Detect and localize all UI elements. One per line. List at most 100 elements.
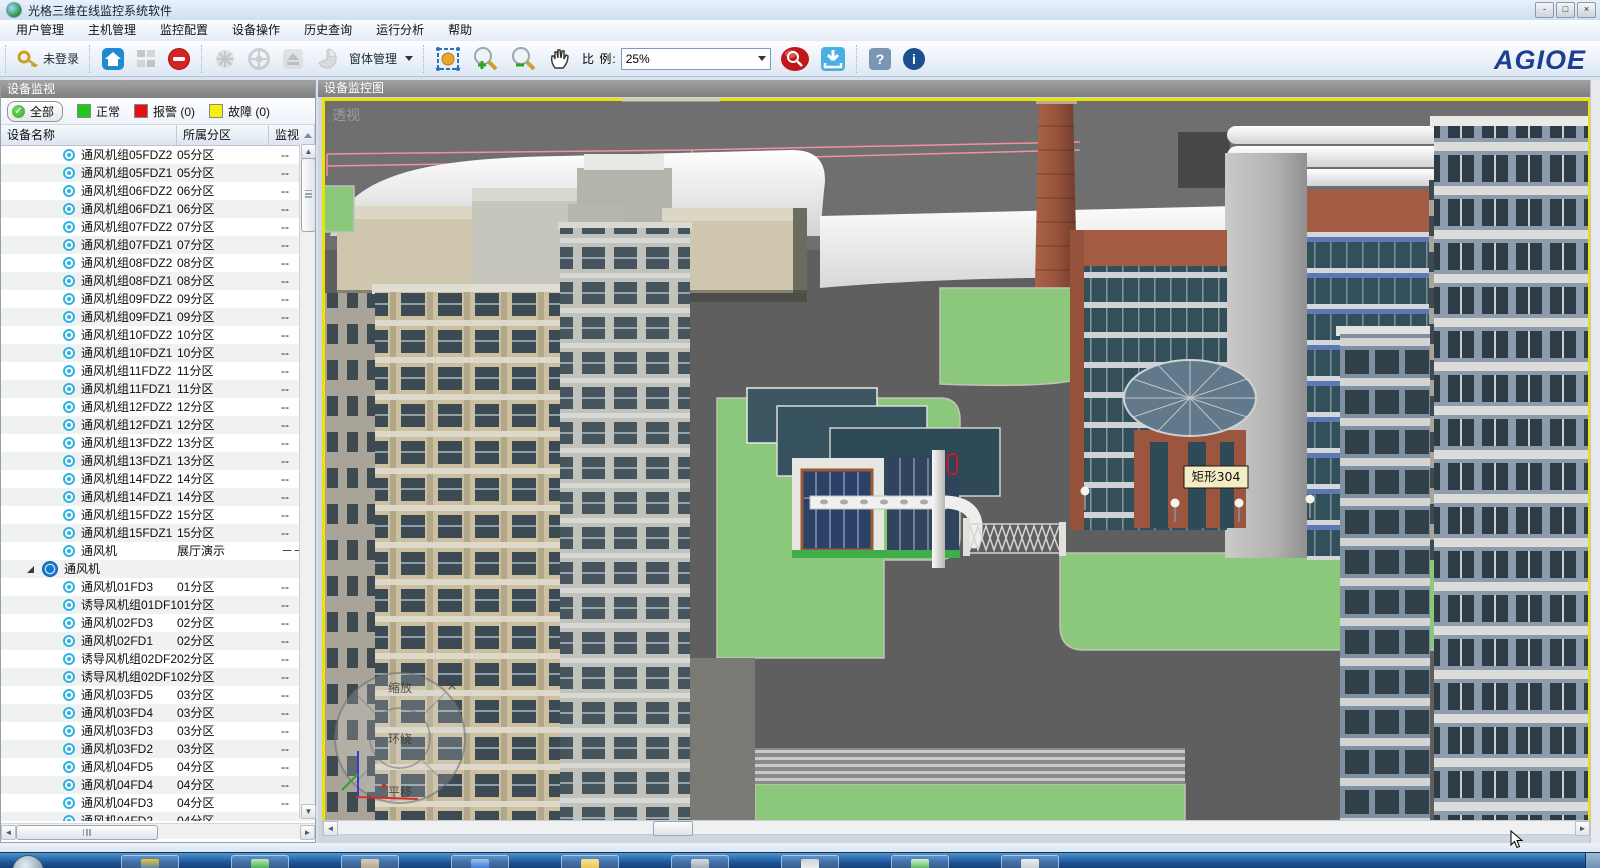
map-vertical-scrollbar[interactable] (1590, 80, 1600, 843)
filter-fault-button[interactable]: 故障 (0) (209, 103, 270, 120)
device-row[interactable]: 通风机04FD304分区-- (1, 794, 315, 812)
taskbar-button-internet-explorer[interactable] (121, 855, 179, 868)
device-row[interactable]: 通风机组06FDZ206分区-- (1, 182, 315, 200)
window-manage-dropdown[interactable]: 窗体管理 (344, 47, 418, 70)
device-group-row[interactable]: 通风机 (1, 560, 315, 578)
stop-button[interactable] (162, 44, 196, 74)
taskbar-button-app-document[interactable] (781, 855, 839, 868)
scroll-right-arrow[interactable]: ► (1575, 821, 1590, 836)
device-row[interactable]: 通风机组10FDZ210分区-- (1, 326, 315, 344)
device-list-horizontal-scrollbar[interactable]: ◄ ► (1, 823, 315, 839)
device-row[interactable]: 通风机组09FDZ209分区-- (1, 290, 315, 308)
device-row[interactable]: 通风机03FD503分区-- (1, 686, 315, 704)
device-row[interactable]: 通风机组15FDZ115分区-- (1, 524, 315, 542)
device-row[interactable]: 通风机组08FDZ108分区-- (1, 272, 315, 290)
column-header-zone[interactable]: 所属分区 (177, 125, 269, 145)
device-row[interactable]: 通风机组14FDZ214分区-- (1, 470, 315, 488)
home-button[interactable] (96, 44, 130, 74)
taskbar-button-folder[interactable] (561, 855, 619, 868)
menu-item[interactable]: 用户管理 (4, 20, 76, 41)
device-row[interactable]: 通风机04FD204分区-- (1, 812, 315, 821)
filter-normal-button[interactable]: 正常 (77, 103, 120, 120)
title-bar[interactable]: 光格三维在线监控系统软件 - □ × (0, 0, 1600, 21)
device-row[interactable]: 通风机组05FDZ205分区-- (1, 146, 315, 164)
taskbar-button-app-window[interactable] (671, 855, 729, 868)
menu-item[interactable]: 设备操作 (220, 20, 292, 41)
scrollbar-thumb[interactable] (301, 158, 316, 232)
3d-viewport[interactable]: 矩形304 缩放 环绕 平移 × (322, 98, 1591, 831)
wheel-button[interactable] (242, 44, 276, 74)
taskbar-button-app-gray[interactable] (1001, 855, 1059, 868)
device-row[interactable]: 通风机03FD303分区-- (1, 722, 315, 740)
scroll-up-arrow[interactable]: ▲ (301, 144, 316, 159)
device-row[interactable]: 诱导风机组01DF101分区-- (1, 596, 315, 614)
column-header-name[interactable]: 设备名称 (1, 125, 177, 145)
taskbar-button-app-green[interactable] (231, 855, 289, 868)
device-row[interactable]: 通风机组05FDZ105分区-- (1, 164, 315, 182)
3d-scene[interactable]: 矩形304 缩放 环绕 平移 × (322, 98, 1591, 831)
device-row[interactable]: 通风机组12FDZ112分区-- (1, 416, 315, 434)
help-button[interactable]: ? (863, 44, 897, 74)
device-row[interactable]: 通风机展厅演示－－ (1, 542, 315, 560)
close-button[interactable]: × (1577, 2, 1596, 18)
device-row[interactable]: 通风机组07FDZ107分区-- (1, 236, 315, 254)
filter-alarm-button[interactable]: 报警 (0) (134, 103, 195, 120)
device-row[interactable]: 通风机02FD302分区-- (1, 614, 315, 632)
start-button[interactable] (12, 855, 44, 868)
login-button[interactable]: 未登录 (12, 46, 84, 72)
pan-button[interactable] (542, 43, 578, 75)
menu-item[interactable]: 监控配置 (148, 20, 220, 41)
device-row[interactable]: 通风机组14FDZ114分区-- (1, 488, 315, 506)
zoom-reset-button[interactable] (775, 42, 815, 76)
navigation-wheel[interactable]: 缩放 环绕 平移 × (335, 673, 465, 803)
device-row[interactable]: 通风机组15FDZ215分区-- (1, 506, 315, 524)
zoom-in-button[interactable] (466, 42, 504, 76)
map-horizontal-scrollbar[interactable]: ◄ ► (322, 820, 1591, 835)
device-row[interactable]: 通风机组10FDZ110分区-- (1, 344, 315, 362)
maximize-button[interactable]: □ (1556, 2, 1575, 18)
select-region-button[interactable] (430, 43, 466, 75)
device-list-vertical-scrollbar[interactable]: ▲ ▼ (299, 144, 315, 819)
scroll-left-arrow[interactable]: ◄ (1, 825, 16, 840)
menu-item[interactable]: 帮助 (436, 20, 484, 41)
device-row[interactable]: 通风机组06FDZ106分区-- (1, 200, 315, 218)
device-row[interactable]: 通风机04FD504分区-- (1, 758, 315, 776)
device-row[interactable]: 通风机组11FDZ111分区-- (1, 380, 315, 398)
eject-button[interactable] (276, 44, 310, 74)
show-desktop-button[interactable] (1585, 853, 1600, 868)
taskbar-button-app-tan[interactable] (341, 855, 399, 868)
device-row[interactable]: 通风机组08FDZ208分区-- (1, 254, 315, 272)
device-row[interactable]: 诱导风机组02DF102分区-- (1, 668, 315, 686)
scale-combobox[interactable]: 25% (621, 48, 771, 70)
device-row[interactable]: 通风机02FD102分区-- (1, 632, 315, 650)
taskbar-button-app-blue-dart[interactable] (451, 855, 509, 868)
menu-item[interactable]: 历史查询 (292, 20, 364, 41)
pie-button[interactable] (310, 44, 344, 74)
device-row[interactable]: 通风机01FD301分区-- (1, 578, 315, 596)
scroll-down-arrow[interactable]: ▼ (301, 804, 316, 819)
device-row[interactable]: 通风机04FD404分区-- (1, 776, 315, 794)
info-button[interactable]: i (897, 44, 931, 74)
zoom-out-button[interactable] (504, 42, 542, 76)
monitor-config-button[interactable] (130, 45, 162, 73)
device-row[interactable]: 通风机03FD403分区-- (1, 704, 315, 722)
minimize-button[interactable]: - (1535, 2, 1554, 18)
device-row[interactable]: 通风机组07FDZ207分区-- (1, 218, 315, 236)
device-row[interactable]: 诱导风机组02DF202分区-- (1, 650, 315, 668)
device-row[interactable]: 通风机组12FDZ212分区-- (1, 398, 315, 416)
scrollbar-thumb[interactable] (16, 825, 158, 840)
taskbar-button-app-grid-green[interactable] (891, 855, 949, 868)
menu-item[interactable]: 主机管理 (76, 20, 148, 41)
export-button[interactable] (815, 43, 851, 75)
device-row[interactable]: 通风机组09FDZ109分区-- (1, 308, 315, 326)
tree-expander-icon[interactable] (27, 566, 34, 573)
scroll-right-arrow[interactable]: ► (300, 825, 315, 840)
scroll-left-arrow[interactable]: ◄ (323, 821, 338, 836)
filter-all-button[interactable]: ✓ 全部 (7, 101, 63, 122)
column-header-monitor[interactable]: 监视 (269, 125, 315, 145)
menu-item[interactable]: 运行分析 (364, 20, 436, 41)
device-row[interactable]: 通风机组13FDZ113分区-- (1, 452, 315, 470)
device-row[interactable]: 通风机组11FDZ211分区-- (1, 362, 315, 380)
device-row[interactable]: 通风机03FD203分区-- (1, 740, 315, 758)
device-row[interactable]: 通风机组13FDZ213分区-- (1, 434, 315, 452)
